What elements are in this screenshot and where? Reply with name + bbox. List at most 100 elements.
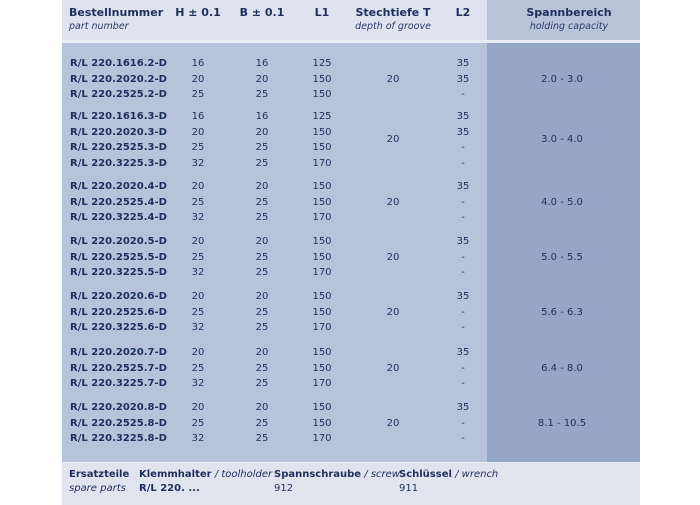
part-number: R/L 220.2020.5-D (70, 236, 167, 247)
cell-l2: 35 (456, 402, 470, 413)
cell-h: 32 (191, 322, 205, 333)
cell-l1: 170 (312, 378, 332, 389)
cell-l2: - (461, 433, 465, 444)
cell-h: 20 (191, 126, 205, 138)
cell-b: 25 (255, 212, 269, 223)
cell-h: 20 (191, 73, 205, 85)
cell-l2: 35 (456, 58, 470, 69)
part-number: R/L 220.2525.8-D (70, 417, 167, 429)
cell-b: 25 (255, 362, 269, 374)
cell-l1: 170 (312, 322, 332, 333)
header-depth: Stechtiefe T (355, 6, 431, 19)
cell-l1: 150 (312, 251, 332, 263)
part-number: R/L 220.3225.8-D (70, 433, 167, 444)
cell-l1: 170 (312, 212, 332, 223)
cell-l2: 35 (456, 181, 470, 192)
cell-l2: - (461, 267, 465, 278)
footer-holder-label: Klemmhalter (139, 469, 212, 480)
cell-l2: - (461, 212, 465, 223)
cell-range: 6.4 - 8.0 (541, 362, 583, 374)
footer-holder: Klemmhalter / toolholder (139, 469, 272, 481)
cell-b: 25 (255, 157, 269, 169)
cell-b: 16 (255, 58, 269, 69)
cell-b: 20 (255, 291, 269, 302)
header-l2: L2 (455, 6, 471, 19)
cell-h: 32 (191, 433, 205, 444)
cell-depth: 20 (386, 134, 400, 146)
cell-l1: 150 (312, 306, 332, 318)
part-number: R/L 220.1616.2-D (70, 58, 167, 69)
cell-l2: - (461, 362, 465, 374)
footer-screw: Spannschraube / screw (274, 469, 400, 481)
footer-spare-en: spare parts (69, 483, 126, 494)
cell-b: 20 (255, 181, 269, 192)
part-number: R/L 220.2020.3-D (70, 126, 167, 138)
cell-l2: - (461, 196, 465, 208)
cell-l2: - (461, 417, 465, 429)
footer-wrench-value: 911 (399, 483, 419, 494)
cell-l2: 35 (456, 236, 470, 247)
footer-holder-en: / toolholder (214, 469, 273, 480)
cell-b: 25 (255, 322, 269, 333)
cell-l2: - (461, 157, 465, 169)
footer-wrench-label: Schlüssel (399, 469, 452, 480)
cell-range: 8.1 - 10.5 (537, 417, 587, 429)
header-order-no-en: part number (69, 21, 129, 32)
part-number: R/L 220.3225.5-D (70, 267, 167, 278)
cell-b: 20 (255, 347, 269, 358)
header-depth-en: depth of groove (355, 21, 431, 32)
cell-range: 4.0 - 5.0 (541, 196, 583, 208)
cell-l2: - (461, 251, 465, 263)
part-number: R/L 220.1616.3-D (70, 111, 167, 122)
cell-h: 25 (191, 196, 205, 208)
part-number: R/L 220.2020.4-D (70, 181, 167, 192)
cell-l1: 150 (312, 142, 332, 153)
cell-h: 16 (191, 111, 205, 122)
cell-b: 16 (255, 111, 269, 122)
cell-b: 25 (255, 417, 269, 429)
part-number: R/L 220.2020.8-D (70, 402, 167, 413)
part-number: R/L 220.3225.3-D (70, 157, 167, 169)
part-number: R/L 220.3225.4-D (70, 212, 167, 223)
cell-h: 25 (191, 306, 205, 318)
part-number: R/L 220.2525.4-D (70, 196, 167, 208)
cell-h: 20 (191, 236, 205, 247)
footer-screw-en: / screw (364, 469, 400, 480)
cell-l1: 150 (312, 236, 332, 247)
cell-b: 20 (255, 126, 269, 138)
cell-l2: - (461, 378, 465, 389)
part-number: R/L 220.2020.2-D (70, 73, 167, 85)
header-l1: L1 (314, 6, 330, 19)
cell-range: 5.6 - 6.3 (541, 306, 583, 318)
cell-l1: 150 (312, 196, 332, 208)
cell-range: 2.0 - 3.0 (541, 73, 583, 85)
cell-b: 25 (255, 89, 269, 100)
part-number: R/L 220.3225.7-D (70, 378, 167, 389)
cell-l2: - (461, 306, 465, 318)
cell-range: 5.0 - 5.5 (541, 251, 583, 263)
cell-h: 20 (191, 402, 205, 413)
cell-l2: 35 (456, 73, 470, 85)
part-number: R/L 220.2525.5-D (70, 251, 167, 263)
footer-holder-value: R/L 220. ... (139, 483, 200, 494)
cell-h: 32 (191, 212, 205, 223)
cell-l1: 125 (312, 111, 332, 122)
cell-h: 25 (191, 417, 205, 429)
cell-h: 16 (191, 58, 205, 69)
header-h: H ± 0.1 (175, 6, 221, 19)
footer-spare: Ersatzteile (69, 469, 130, 480)
cell-l1: 170 (312, 157, 332, 169)
part-number: R/L 220.2525.7-D (70, 362, 167, 374)
cell-h: 20 (191, 347, 205, 358)
cell-l2: 35 (456, 347, 470, 358)
cell-l1: 170 (312, 433, 332, 444)
cell-h: 25 (191, 362, 205, 374)
cell-h: 32 (191, 378, 205, 389)
part-number: R/L 220.2525.6-D (70, 306, 167, 318)
cell-b: 25 (255, 433, 269, 444)
cell-depth: 20 (386, 196, 400, 208)
cell-b: 25 (255, 196, 269, 208)
header-range-en: holding capacity (529, 21, 609, 32)
cell-l1: 150 (312, 402, 332, 413)
cell-l2: 35 (456, 111, 470, 122)
